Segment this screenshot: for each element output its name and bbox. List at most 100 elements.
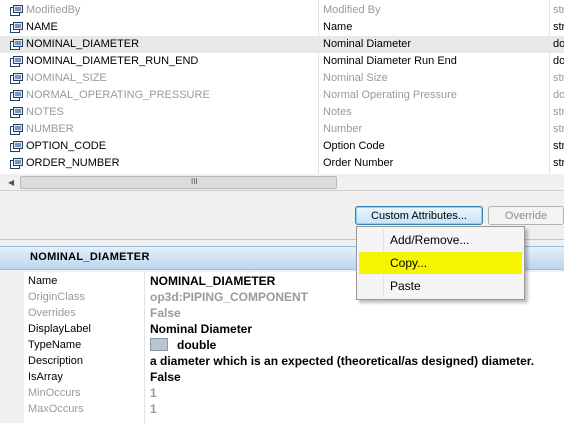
attribute-type: do	[553, 38, 564, 50]
table-row[interactable]: NAME Name str	[0, 19, 564, 36]
override-button[interactable]: Override	[488, 206, 564, 225]
horizontal-scrollbar[interactable]: ◀ III	[0, 174, 564, 191]
property-name: TypeName	[28, 339, 82, 351]
attribute-name: ORDER_NUMBER	[26, 157, 120, 169]
attribute-name: NUMBER	[26, 123, 74, 135]
attribute-name: ModifiedBy	[26, 4, 81, 16]
attribute-icon	[10, 56, 23, 67]
attribute-name: NAME	[26, 21, 58, 33]
property-name: Overrides	[28, 307, 76, 319]
property-value: double	[177, 338, 217, 352]
attribute-name: OPTION_CODE	[26, 140, 107, 152]
attribute-display-name: Nominal Diameter Run End	[323, 55, 457, 67]
table-row[interactable]: OPTION_CODE Option Code str	[0, 138, 564, 155]
property-value: NOMINAL_DIAMETER	[150, 274, 276, 288]
attribute-icon	[10, 158, 23, 169]
property-name: DisplayLabel	[28, 323, 91, 335]
property-row[interactable]: Description a diameter which is an expect…	[4, 353, 564, 369]
table-row[interactable]: ORDER_NUMBER Order Number str	[0, 155, 564, 172]
attribute-type: str	[553, 140, 564, 152]
property-value-cell: Nominal Diameter	[150, 322, 252, 336]
property-row[interactable]: MinOccurs 1	[4, 385, 564, 401]
attribute-grid[interactable]: ModifiedByModified BystrNAMENamestrNOMIN…	[0, 0, 564, 175]
table-row[interactable]: NOMINAL_SIZE Nominal Size str	[0, 70, 564, 87]
property-name: IsArray	[28, 371, 63, 383]
context-menu[interactable]: Add/Remove... Copy... Paste	[356, 226, 525, 300]
property-name: Description	[28, 355, 84, 367]
attribute-type: do	[553, 89, 564, 101]
property-row[interactable]: MaxOccurs 1	[4, 401, 564, 417]
table-row[interactable]: NOMINAL_DIAMETER Nominal Diameter do	[0, 36, 564, 53]
attribute-type: str	[553, 106, 564, 118]
scrollbar-thumb[interactable]: III	[20, 176, 337, 189]
attribute-type: str	[553, 72, 564, 84]
property-value-cell: 1	[150, 386, 157, 400]
menu-item-label: Add/Remove...	[390, 233, 470, 247]
attribute-name: NOMINAL_DIAMETER	[26, 38, 140, 50]
property-value-cell: False	[150, 306, 181, 320]
attribute-type: str	[553, 4, 564, 16]
property-value: False	[150, 306, 181, 320]
property-row[interactable]: Overrides False	[4, 305, 564, 321]
property-value: a diameter which is an expected (theoret…	[150, 354, 535, 368]
menu-item[interactable]: Paste	[359, 275, 522, 297]
property-value: Nominal Diameter	[150, 322, 253, 336]
property-value: 1	[150, 402, 157, 416]
property-value-cell: NOMINAL_DIAMETER	[150, 274, 275, 288]
property-value-cell: 1	[150, 402, 157, 416]
attribute-name: NOTES	[26, 106, 64, 118]
attribute-display-name: Name	[323, 21, 353, 33]
attribute-type: str	[553, 21, 564, 33]
details-title: NOMINAL_DIAMETER	[30, 251, 150, 263]
table-row[interactable]: NOTES Notes str	[0, 104, 564, 121]
property-name: MaxOccurs	[28, 403, 84, 415]
scroll-left-arrow-icon[interactable]: ◀	[8, 178, 14, 187]
attribute-icon	[10, 141, 23, 152]
menu-item-label: Paste	[390, 279, 421, 293]
attribute-type: str	[553, 157, 564, 169]
property-name: MinOccurs	[28, 387, 81, 399]
custom-attributes-button[interactable]: Custom Attributes...	[355, 206, 483, 225]
table-row[interactable]: NOMINAL_DIAMETER_RUN_END Nominal Diameter…	[0, 53, 564, 70]
attribute-icon	[10, 39, 23, 50]
property-value-cell: False	[150, 370, 181, 384]
attribute-icon	[10, 22, 23, 33]
attribute-display-name: Notes	[323, 106, 352, 118]
attribute-display-name: Nominal Size	[323, 72, 388, 84]
property-value-cell: a diameter which is an expected (theoret…	[150, 354, 534, 368]
menu-item[interactable]: Copy...	[359, 252, 522, 274]
property-value: op3d:PIPING_COMPONENT	[150, 290, 309, 304]
scrollbar-grip: III	[191, 177, 198, 186]
attribute-icon	[10, 107, 23, 118]
attribute-icon	[10, 124, 23, 135]
menu-item-label: Copy...	[390, 256, 428, 270]
attribute-icon	[10, 73, 23, 84]
type-icon	[150, 338, 168, 352]
attribute-type: str	[553, 123, 564, 135]
attribute-display-name: Number	[323, 123, 363, 135]
table-row[interactable]: NORMAL_OPERATING_PRESSURE Normal Operatin…	[0, 87, 564, 104]
menu-item[interactable]: Add/Remove...	[359, 229, 522, 251]
attribute-icon	[10, 5, 23, 16]
attribute-display-name: Modified By	[323, 4, 381, 16]
property-row[interactable]: IsArray False	[4, 369, 564, 385]
property-value-cell: double	[150, 338, 216, 352]
property-row[interactable]: TypeName double	[4, 337, 564, 353]
property-name: OriginClass	[28, 291, 85, 303]
attribute-name: NORMAL_OPERATING_PRESSURE	[26, 89, 210, 101]
attribute-display-name: Normal Operating Pressure	[323, 89, 457, 101]
property-value-cell: op3d:PIPING_COMPONENT	[150, 290, 308, 304]
property-value: 1	[150, 386, 157, 400]
attribute-display-name: Nominal Diameter	[323, 38, 412, 50]
attribute-display-name: Option Code	[323, 140, 385, 152]
table-row[interactable]: NUMBER Number str	[0, 121, 564, 138]
property-row[interactable]: DisplayLabel Nominal Diameter	[4, 321, 564, 337]
attribute-name: NOMINAL_DIAMETER_RUN_END	[26, 55, 199, 67]
attribute-name: NOMINAL_SIZE	[26, 72, 107, 84]
table-row[interactable]: ModifiedBy Modified By str	[0, 2, 564, 19]
property-name: Name	[28, 275, 58, 287]
attribute-display-name: Order Number	[323, 157, 394, 169]
attribute-type: do	[553, 55, 564, 67]
property-value: False	[150, 370, 181, 384]
attribute-icon	[10, 90, 23, 101]
